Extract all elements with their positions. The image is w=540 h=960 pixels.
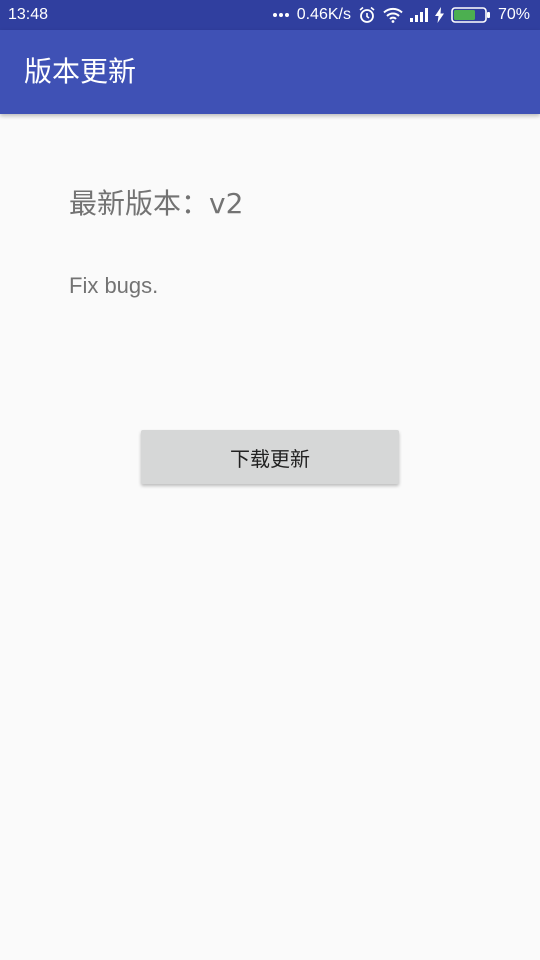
status-time: 13:48 <box>8 6 49 23</box>
charging-bolt-icon <box>434 7 444 23</box>
download-update-button[interactable]: 下载更新 <box>141 430 399 484</box>
wifi-icon <box>383 7 403 23</box>
network-speed: 0.46K/s <box>296 6 351 23</box>
battery-fill <box>453 10 475 20</box>
alarm-icon <box>358 6 376 24</box>
latest-version: 最新版本：v2 <box>69 184 243 224</box>
battery-percent: 70% <box>497 6 530 23</box>
signal-icon <box>409 8 428 22</box>
release-notes: Fix bugs. <box>69 273 159 298</box>
version-value: v2 <box>209 187 244 220</box>
more-dots-icon <box>272 12 290 18</box>
update-content: 最新版本：v2 Fix bugs. 下载更新 <box>0 114 540 960</box>
status-icons: 0.46K/s 70% <box>272 0 530 30</box>
status-bar: 13:48 0.46K/s 70% <box>0 0 540 30</box>
version-label: 最新版本： <box>69 187 210 220</box>
page-title: 版本更新 <box>24 55 137 88</box>
battery-icon <box>451 7 491 23</box>
app-bar: 版本更新 <box>0 30 540 114</box>
